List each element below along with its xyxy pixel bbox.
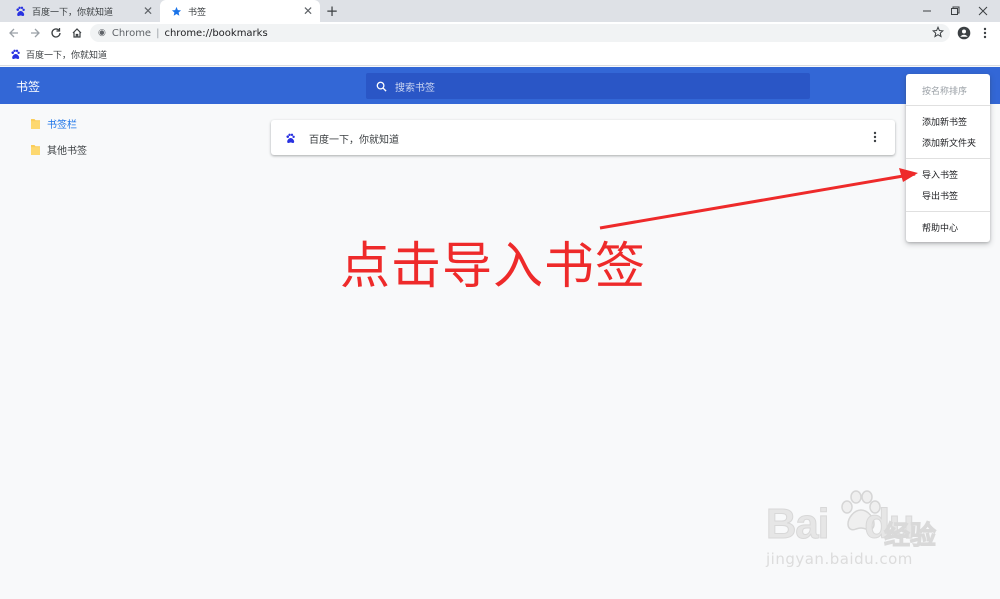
baidu-paw-icon: [286, 133, 295, 144]
list-item[interactable]: 百度一下，你就知道: [285, 131, 399, 146]
bookmark-star-icon[interactable]: [931, 25, 946, 40]
folder-icon: [31, 144, 40, 155]
tab-title: 书签: [188, 7, 207, 18]
sidebar-item-label: 其他书签: [47, 146, 87, 157]
close-window-icon[interactable]: [968, 0, 998, 22]
menu-divider: [906, 105, 990, 106]
menu-divider: [906, 211, 990, 212]
menu-item-sort-by-name: 按名称排序: [922, 87, 968, 97]
address-bar[interactable]: ◉ Chrome | chrome://bookmarks: [90, 24, 950, 42]
search-placeholder: 搜索书签: [395, 82, 435, 94]
bookmark-list: 百度一下，你就知道: [271, 120, 895, 155]
address-scheme-label: Chrome: [111, 27, 152, 39]
menu-item-help-center[interactable]: 帮助中心: [922, 221, 958, 234]
watermark-url: jingyan.baidu.com: [766, 550, 913, 568]
menu-divider: [906, 158, 990, 159]
search-icon: [376, 81, 387, 92]
baidu-paw-icon: [11, 49, 20, 60]
menu-item-add-bookmark[interactable]: 添加新书签: [922, 115, 967, 128]
tab-title: 百度一下，你就知道: [32, 7, 114, 18]
sidebar-item-bookmarks-bar[interactable]: 书签栏: [30, 116, 77, 131]
sidebar-item-other-bookmarks[interactable]: 其他书签: [30, 142, 87, 157]
menu-item-export-bookmarks[interactable]: 导出书签: [922, 189, 958, 202]
bookmarks-header: 书签 搜索书签: [0, 67, 1000, 104]
menu-item-add-folder[interactable]: 添加新文件夹: [922, 136, 976, 149]
chrome-menu-icon[interactable]: [977, 25, 993, 41]
tab-bookmarks[interactable]: 书签 ✕: [160, 0, 320, 22]
tab-baidu[interactable]: 百度一下，你就知道 ✕: [4, 0, 160, 22]
baidu-jingyan-watermark: Bai du 经验 jingyan.baidu.com: [765, 490, 956, 580]
new-tab-button[interactable]: +: [324, 2, 340, 20]
reload-icon[interactable]: [48, 25, 64, 41]
search-input[interactable]: 搜索书签: [366, 73, 810, 99]
organize-menu: 按名称排序 添加新书签 添加新文件夹 导入书签 导出书签 帮助中心: [906, 74, 990, 242]
watermark-cn: 经验: [883, 521, 937, 552]
list-item-title: 百度一下，你就知道: [309, 135, 399, 146]
bookmarks-bar-item-label: 百度一下，你就知道: [26, 51, 108, 61]
bookmarks-bar: 百度一下，你就知道: [0, 44, 1000, 66]
minimize-icon[interactable]: [912, 0, 942, 22]
home-icon[interactable]: [69, 25, 85, 41]
sidebar-item-label: 书签栏: [47, 120, 77, 131]
back-icon[interactable]: [6, 25, 22, 41]
chrome-page-icon: ◉: [98, 28, 106, 38]
annotation-text: 点击导入书签: [340, 237, 646, 295]
toolbar: ◉ Chrome | chrome://bookmarks: [0, 22, 1000, 44]
baidu-paw-icon: [14, 5, 26, 17]
more-actions-icon[interactable]: [873, 131, 881, 145]
folder-icon: [31, 118, 40, 129]
tab-strip: 百度一下，你就知道 ✕ 书签 ✕ +: [0, 0, 1000, 22]
menu-item-import-bookmarks[interactable]: 导入书签: [922, 168, 958, 181]
close-tab-icon[interactable]: ✕: [302, 5, 314, 17]
bookmarks-bar-item[interactable]: 百度一下，你就知道: [10, 48, 107, 61]
address-url: chrome://bookmarks: [164, 27, 268, 39]
address-separator: |: [156, 27, 160, 39]
star-icon: [170, 5, 182, 17]
page-title: 书签: [16, 80, 41, 94]
close-tab-icon[interactable]: ✕: [142, 5, 154, 17]
forward-icon[interactable]: [27, 25, 43, 41]
restore-icon[interactable]: [940, 0, 970, 22]
account-icon[interactable]: [956, 25, 972, 41]
